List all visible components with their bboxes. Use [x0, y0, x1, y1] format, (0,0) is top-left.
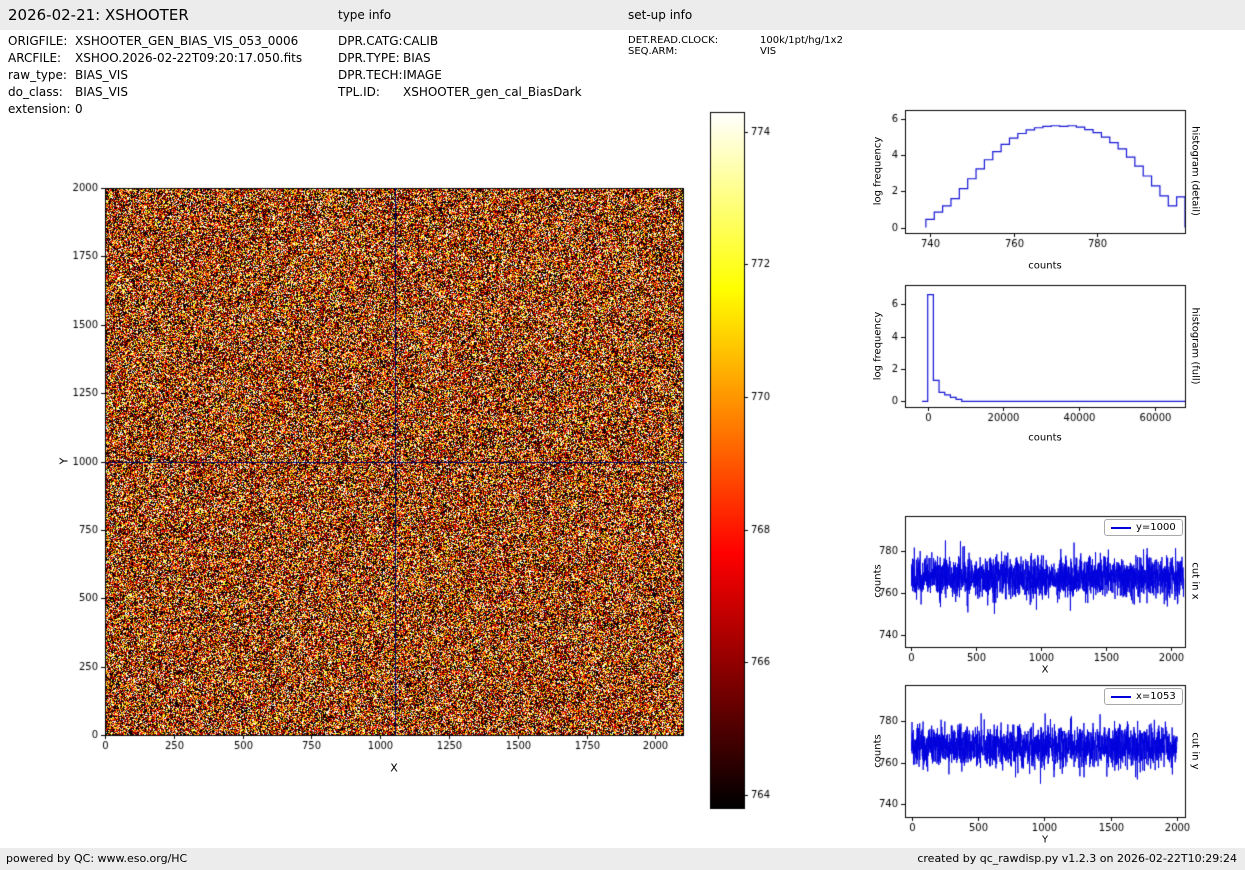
meta-label: DPR.TYPE: [338, 51, 400, 65]
setup-info-heading: set-up info [628, 8, 693, 22]
footer-bar: powered by QC: www.eso.org/HC created by… [0, 848, 1245, 870]
meta-label: DPR.TECH: [338, 68, 403, 82]
cut-x-xlabel: X [1041, 664, 1049, 676]
legend-cut-y: x=1053 [1104, 688, 1183, 705]
cut-y-right-label: cut in y [1189, 732, 1201, 770]
hist-detail-xlabel: counts [1028, 260, 1062, 272]
setup-info-block: DET.READ.CLOCK: 100k/1pt/hg/1x2 SEQ.ARM: V… [628, 35, 843, 57]
legend-line-icon [1111, 526, 1131, 529]
meta-row-extension: extension: 0 [8, 101, 302, 118]
hist-detail-right-label: histogram (detail) [1189, 126, 1201, 216]
cut-y-xlabel: Y [1041, 834, 1049, 846]
meta-row-dpr-catg: DPR.CATG:CALIB [338, 33, 582, 50]
meta-value: 100k/1pt/hg/1x2 [760, 35, 843, 46]
page-title: 2026-02-21: XSHOOTER [8, 6, 189, 24]
file-info-block: ORIGFILE: XSHOOTER_GEN_BIAS_VIS_053_0006 … [8, 33, 302, 118]
meta-value: CALIB [403, 34, 439, 48]
footer-powered-by: powered by QC: www.eso.org/HC [6, 852, 188, 865]
type-info-heading: type info [338, 8, 392, 22]
hist-full-xlabel: counts [1028, 432, 1062, 444]
meta-value: XSHOO.2026-02-22T09:20:17.050.fits [75, 51, 303, 65]
main-xaxis-label: X [390, 761, 398, 775]
meta-row-arcfile: ARCFILE: XSHOO.2026-02-22T09:20:17.050.fi… [8, 50, 302, 67]
meta-value: 0 [75, 102, 83, 116]
type-info-block: DPR.CATG:CALIB DPR.TYPE: BIAS DPR.TECH:IM… [338, 33, 582, 101]
meta-value: VIS [760, 46, 777, 57]
cut-x-ylabel: counts [872, 564, 884, 598]
cut-y-ylabel: counts [872, 734, 884, 768]
meta-row-rawtype: raw_type: BIAS_VIS [8, 67, 302, 84]
meta-row-doclass: do_class: BIAS_VIS [8, 84, 302, 101]
meta-label: do_class: [8, 85, 63, 99]
meta-row-seq-arm: SEQ.ARM: VIS [628, 46, 843, 57]
cut-x-right-label: cut in x [1189, 562, 1201, 600]
meta-label: raw_type: [8, 68, 67, 82]
legend-label-cut-y: x=1053 [1136, 691, 1176, 702]
meta-value: BIAS [403, 51, 431, 65]
meta-label: SEQ.ARM: [628, 46, 678, 57]
qc-report-page: { "header": { "title": "2026-02-21: XSHO… [0, 0, 1245, 870]
footer-created-by: created by qc_rawdisp.py v1.2.3 on 2026-… [917, 852, 1237, 865]
main-yaxis-label: Y [57, 457, 71, 465]
meta-row-origfile: ORIGFILE: XSHOOTER_GEN_BIAS_VIS_053_0006 [8, 33, 302, 50]
legend-line-icon [1111, 695, 1131, 698]
meta-row-tpl-id: TPL.ID: XSHOOTER_gen_cal_BiasDark [338, 84, 582, 101]
meta-row-read-clock: DET.READ.CLOCK: 100k/1pt/hg/1x2 [628, 35, 843, 46]
meta-value: BIAS_VIS [75, 68, 128, 82]
hist-full-right-label: histogram (full) [1189, 307, 1201, 385]
header-bar: 2026-02-21: XSHOOTER type info set-up in… [0, 0, 1245, 30]
meta-value: XSHOOTER_GEN_BIAS_VIS_053_0006 [75, 34, 299, 48]
meta-value: IMAGE [403, 68, 442, 82]
meta-label: extension: [8, 102, 71, 116]
legend-cut-x: y=1000 [1104, 519, 1183, 536]
hist-full-ylabel: log frequency [872, 311, 884, 381]
meta-row-dpr-type: DPR.TYPE: BIAS [338, 50, 582, 67]
meta-label: ORIGFILE: [8, 34, 68, 48]
meta-row-dpr-tech: DPR.TECH:IMAGE [338, 67, 582, 84]
meta-value: XSHOOTER_gen_cal_BiasDark [403, 85, 582, 99]
meta-label: DPR.CATG: [338, 34, 403, 48]
meta-label: DET.READ.CLOCK: [628, 35, 719, 46]
meta-label: ARCFILE: [8, 51, 62, 65]
meta-label: TPL.ID: [338, 85, 380, 99]
meta-value: BIAS_VIS [75, 85, 128, 99]
hist-detail-ylabel: log frequency [872, 136, 884, 206]
legend-label-cut-x: y=1000 [1136, 522, 1176, 533]
